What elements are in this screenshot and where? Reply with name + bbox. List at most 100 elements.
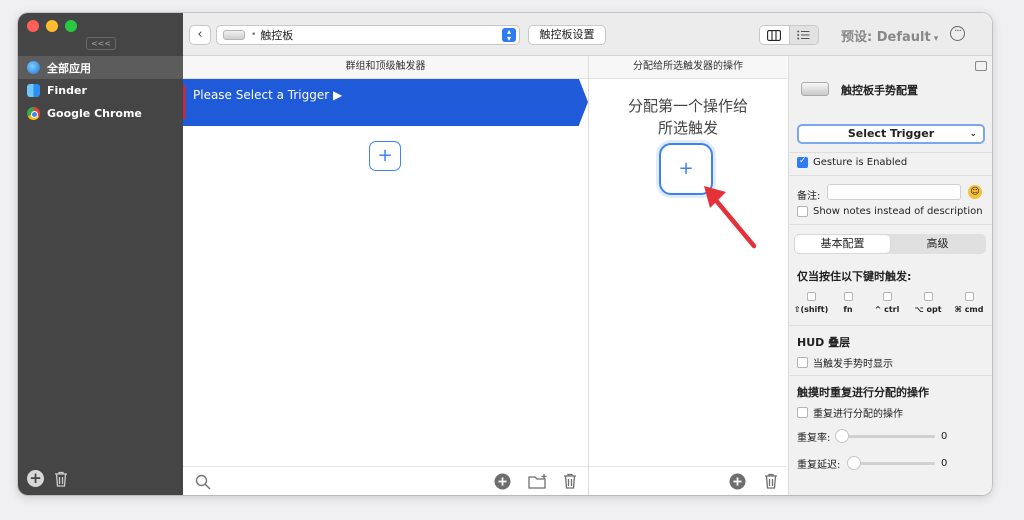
modifier-checkbox[interactable] bbox=[964, 292, 974, 301]
window-controls bbox=[27, 20, 77, 32]
divider bbox=[789, 152, 992, 153]
modifier-checkbox[interactable] bbox=[923, 292, 933, 301]
modifier-checkbox[interactable] bbox=[882, 292, 892, 301]
select-trigger-dropdown[interactable]: Select Trigger ⌄ bbox=[797, 124, 985, 144]
notes-input[interactable] bbox=[827, 184, 961, 200]
preset-select-value: 预设: Default bbox=[841, 30, 931, 45]
tab-advanced[interactable]: 高级 bbox=[890, 235, 985, 253]
list-view-icon[interactable] bbox=[788, 26, 818, 44]
more-options-icon[interactable]: ··· bbox=[950, 26, 965, 41]
modifier-checkbox[interactable] bbox=[806, 292, 816, 301]
sidebar-footer: + bbox=[27, 470, 68, 487]
app-window: <<< 全部应用 Finder Google Chrome + ‹ • 触控板 … bbox=[18, 13, 992, 495]
modifier-label: fn bbox=[843, 305, 853, 314]
repeat-rate-row: 重复率: 0 bbox=[797, 429, 987, 444]
preset-select[interactable]: 预设: Default ▾ bbox=[841, 26, 938, 45]
dot-separator: • bbox=[251, 30, 257, 40]
trackpad-icon bbox=[801, 82, 829, 96]
globe-icon bbox=[27, 61, 40, 74]
repeat-checkbox-label: 重复进行分配的操作 bbox=[813, 409, 903, 420]
repeat-delay-label: 重复延迟: bbox=[797, 460, 841, 471]
search-icon[interactable] bbox=[195, 474, 211, 493]
modifier-label: ^ ctrl bbox=[874, 305, 900, 314]
add-action-footer-icon[interactable] bbox=[729, 473, 746, 493]
add-trigger-footer-icon[interactable] bbox=[494, 473, 511, 493]
add-trigger-button[interactable]: + bbox=[369, 141, 401, 171]
notes-label: 备注: bbox=[797, 191, 821, 202]
app-item-label: Google Chrome bbox=[47, 107, 142, 120]
emoji-icon[interactable]: ☺ bbox=[968, 185, 982, 199]
modifier-keys-title: 仅当按住以下键时触发: bbox=[797, 270, 912, 283]
show-notes-label: Show notes instead of description bbox=[813, 206, 983, 217]
modifier-checkbox[interactable] bbox=[843, 292, 853, 301]
view-mode-toggle[interactable] bbox=[759, 25, 819, 45]
trigger-marker bbox=[183, 85, 186, 119]
app-item-google-chrome[interactable]: Google Chrome bbox=[18, 102, 183, 125]
trackpad-settings-button[interactable]: 触控板设置 bbox=[528, 25, 606, 45]
finder-icon bbox=[27, 84, 40, 97]
annotation-arrow-icon bbox=[704, 186, 757, 249]
collapse-sidebar-button[interactable]: <<< bbox=[86, 37, 116, 50]
repeat-rate-slider[interactable] bbox=[835, 429, 935, 443]
triggers-footer bbox=[183, 466, 588, 495]
divider bbox=[789, 175, 992, 176]
modifier-label: ⌥ opt bbox=[914, 305, 942, 314]
modifier-keys-row: ⇧(shift) fn ^ ctrl ⌥ opt ⌘ cmd bbox=[794, 292, 989, 322]
app-item-label: 全部应用 bbox=[47, 61, 91, 75]
close-window-button[interactable] bbox=[27, 20, 39, 32]
actions-panel: 分配第一个操作给 所选触发 + bbox=[589, 79, 787, 466]
hud-title: HUD 叠层 bbox=[797, 336, 851, 349]
gesture-enabled-checkbox[interactable] bbox=[797, 156, 808, 168]
config-header: 触控板手势配置 bbox=[789, 56, 992, 122]
slider-knob[interactable] bbox=[835, 429, 849, 443]
app-item-finder[interactable]: Finder bbox=[18, 79, 183, 102]
zoom-window-button[interactable] bbox=[65, 20, 77, 32]
repeat-checkbox[interactable] bbox=[797, 407, 808, 418]
trigger-row-label: Please Select a Trigger ▶ bbox=[193, 88, 343, 102]
gesture-enabled-label: Gesture is Enabled bbox=[813, 157, 908, 168]
slider-knob[interactable] bbox=[847, 456, 861, 470]
actions-empty-message: 分配第一个操作给 所选触发 bbox=[589, 95, 787, 139]
back-button[interactable]: ‹ bbox=[189, 25, 211, 45]
sidebar: <<< 全部应用 Finder Google Chrome + bbox=[18, 13, 183, 495]
trackpad-icon bbox=[223, 30, 245, 40]
modifier-cmd[interactable]: ⌘ cmd bbox=[949, 292, 989, 314]
show-notes-row[interactable]: Show notes instead of description bbox=[797, 206, 983, 217]
toolbar: ‹ • 触控板 ▴ ▾ 触控板设置 预设: Default ▾ ··· bbox=[183, 13, 992, 56]
minimize-window-button[interactable] bbox=[46, 20, 58, 32]
actions-empty-line2: 所选触发 bbox=[657, 119, 718, 137]
hud-checkbox[interactable] bbox=[797, 357, 808, 368]
device-select-value: 触控板 bbox=[260, 29, 294, 42]
select-trigger-value: Select Trigger bbox=[847, 127, 935, 140]
modifier-fn[interactable]: fn bbox=[828, 292, 868, 314]
show-notes-checkbox[interactable] bbox=[797, 206, 808, 217]
modifier-opt[interactable]: ⌥ opt bbox=[908, 292, 948, 314]
gesture-enabled-row[interactable]: Gesture is Enabled bbox=[797, 156, 908, 168]
repeat-row[interactable]: 重复进行分配的操作 bbox=[797, 405, 903, 420]
gesture-config-panel: 触控板手势配置 Select Trigger ⌄ Gesture is Enab… bbox=[788, 56, 992, 495]
new-folder-icon[interactable] bbox=[528, 473, 548, 493]
modifier-label: ⇧(shift) bbox=[793, 305, 829, 314]
app-item-all-apps[interactable]: 全部应用 bbox=[18, 56, 183, 79]
add-app-button[interactable]: + bbox=[27, 470, 44, 487]
repeat-delay-row: 重复延迟: 0 bbox=[797, 456, 987, 471]
repeat-delay-value: 0 bbox=[941, 458, 948, 469]
hud-row[interactable]: 当触发手势时显示 bbox=[797, 355, 893, 370]
repeat-rate-value: 0 bbox=[941, 431, 948, 442]
repeat-delay-slider[interactable] bbox=[847, 456, 935, 470]
divider bbox=[789, 224, 992, 225]
modifier-shift[interactable]: ⇧(shift) bbox=[791, 292, 831, 314]
trash-icon[interactable] bbox=[54, 471, 68, 487]
divider bbox=[789, 375, 992, 376]
device-select[interactable]: • 触控板 ▴ ▾ bbox=[216, 25, 520, 45]
trash-icon[interactable] bbox=[563, 473, 577, 492]
config-tabs: 基本配置 高级 bbox=[794, 234, 986, 254]
window-icon[interactable] bbox=[975, 61, 987, 71]
tab-basic[interactable]: 基本配置 bbox=[795, 235, 890, 253]
trigger-row-selected[interactable]: Please Select a Trigger ▶ bbox=[183, 79, 588, 126]
actions-footer bbox=[589, 466, 787, 495]
modifier-ctrl[interactable]: ^ ctrl bbox=[867, 292, 907, 314]
columns-view-icon[interactable] bbox=[760, 26, 789, 44]
trash-icon[interactable] bbox=[764, 473, 778, 492]
chrome-icon bbox=[27, 107, 40, 120]
